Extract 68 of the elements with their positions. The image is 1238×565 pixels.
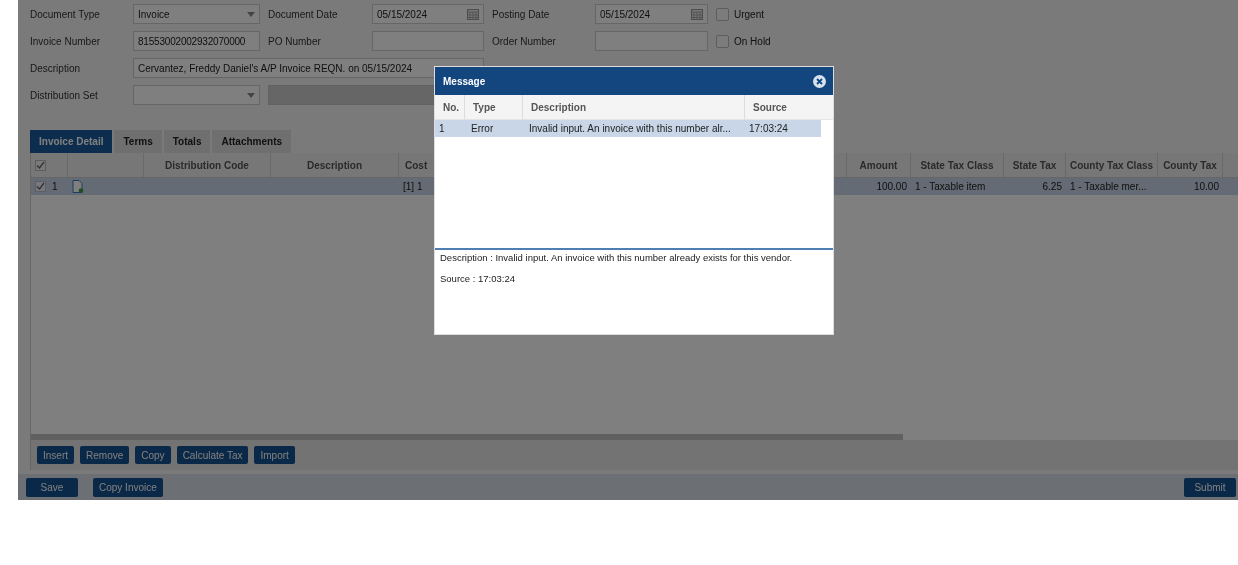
toolbar-button[interactable]: Insert bbox=[37, 446, 74, 464]
checkbox-label: On Hold bbox=[734, 35, 771, 47]
field-label: Description bbox=[30, 62, 82, 74]
checkbox[interactable] bbox=[716, 7, 729, 21]
column-header[interactable]: No. bbox=[443, 101, 460, 113]
column-header[interactable]: County Tax Class bbox=[1069, 159, 1154, 171]
column-header[interactable]: Source bbox=[753, 101, 787, 113]
column-header[interactable]: Type bbox=[473, 101, 496, 113]
table-cell: 6.25 bbox=[1042, 181, 1062, 192]
tab[interactable]: Totals bbox=[163, 130, 211, 153]
table-cell: 1 - Taxable item bbox=[915, 181, 986, 192]
table-cell: 17:03:24 bbox=[749, 123, 788, 134]
line-number: 1 bbox=[52, 181, 58, 192]
table-cell: 1 - Taxable mer... bbox=[1070, 181, 1147, 192]
document-add-icon[interactable] bbox=[72, 180, 84, 193]
column-header[interactable]: Description bbox=[307, 159, 362, 171]
row-checkbox[interactable] bbox=[35, 181, 46, 192]
close-icon[interactable] bbox=[813, 74, 826, 88]
toolbar-button[interactable]: Import bbox=[254, 446, 295, 464]
column-header[interactable]: County Tax bbox=[1163, 159, 1217, 171]
select-all-checkbox[interactable] bbox=[35, 159, 46, 171]
field-label: Invoice Number bbox=[30, 35, 102, 47]
table-cell: 1 bbox=[439, 123, 445, 134]
field-label: Distribution Set bbox=[30, 89, 99, 101]
detail-text: Source : 17:03:24 bbox=[440, 273, 516, 284]
caret-icon bbox=[247, 92, 255, 98]
table-cell: 10.00 bbox=[1193, 181, 1219, 192]
field-label: Order Number bbox=[492, 35, 557, 47]
column-header[interactable]: State Tax bbox=[1012, 159, 1057, 171]
toolbar-button[interactable]: Remove bbox=[80, 446, 130, 464]
input-field[interactable]: Cervantez, Freddy Daniel's A/P Invoice REQN. on 05/15/2024 bbox=[133, 58, 484, 78]
column-header[interactable]: State Tax Class bbox=[920, 159, 994, 171]
dialog-title: Message bbox=[443, 75, 486, 87]
column-header[interactable]: Cost bbox=[405, 159, 428, 171]
field-label: Document Type bbox=[30, 8, 101, 20]
field-label: Document Date bbox=[268, 8, 339, 20]
column-header[interactable]: Distribution Code bbox=[165, 159, 249, 171]
detail-text: Description : Invalid input. An invoice with this number already exists for this vendor. bbox=[440, 252, 794, 263]
input-field[interactable]: 81553002002932070000 bbox=[133, 31, 260, 51]
checkbox[interactable] bbox=[716, 34, 729, 48]
column-header[interactable]: Amount bbox=[859, 159, 898, 171]
input-field[interactable] bbox=[372, 31, 484, 51]
footer-button[interactable]: Save bbox=[26, 477, 78, 497]
column-header[interactable]: Description bbox=[531, 101, 586, 113]
tab[interactable]: Terms bbox=[114, 130, 162, 153]
table-cell: 100.00 bbox=[876, 181, 907, 192]
date-field[interactable]: 05/15/2024 bbox=[372, 4, 484, 24]
tab[interactable]: Invoice Detail bbox=[30, 130, 113, 153]
table-cell: [1] 1 bbox=[403, 181, 423, 192]
checkbox-label: Urgent bbox=[734, 8, 764, 20]
field-label: Posting Date bbox=[492, 8, 551, 20]
table-cell: Error bbox=[471, 123, 494, 134]
scrollbar[interactable] bbox=[31, 434, 903, 440]
calendar-icon bbox=[467, 8, 479, 20]
message-row[interactable]: 1 Error Invalid input. An invoice with this number alr... 17:03:24 bbox=[435, 120, 821, 137]
submit-button[interactable]: Submit bbox=[1184, 477, 1236, 497]
date-field[interactable]: 05/15/2024 bbox=[595, 4, 708, 24]
input-field[interactable] bbox=[595, 31, 708, 51]
tab[interactable]: Attachments bbox=[212, 130, 292, 153]
dropdown-field[interactable] bbox=[133, 85, 260, 105]
table-cell: Invalid input. An invoice with this number alr... bbox=[529, 123, 731, 134]
field-label: PO Number bbox=[268, 35, 322, 47]
calendar-icon bbox=[691, 8, 703, 20]
toolbar-button[interactable]: Calculate Tax bbox=[176, 446, 249, 464]
caret-icon bbox=[247, 11, 255, 17]
footer-button[interactable]: Copy Invoice bbox=[93, 477, 163, 497]
toolbar-button[interactable]: Copy bbox=[135, 446, 171, 464]
dropdown-field[interactable]: Invoice bbox=[133, 4, 260, 24]
